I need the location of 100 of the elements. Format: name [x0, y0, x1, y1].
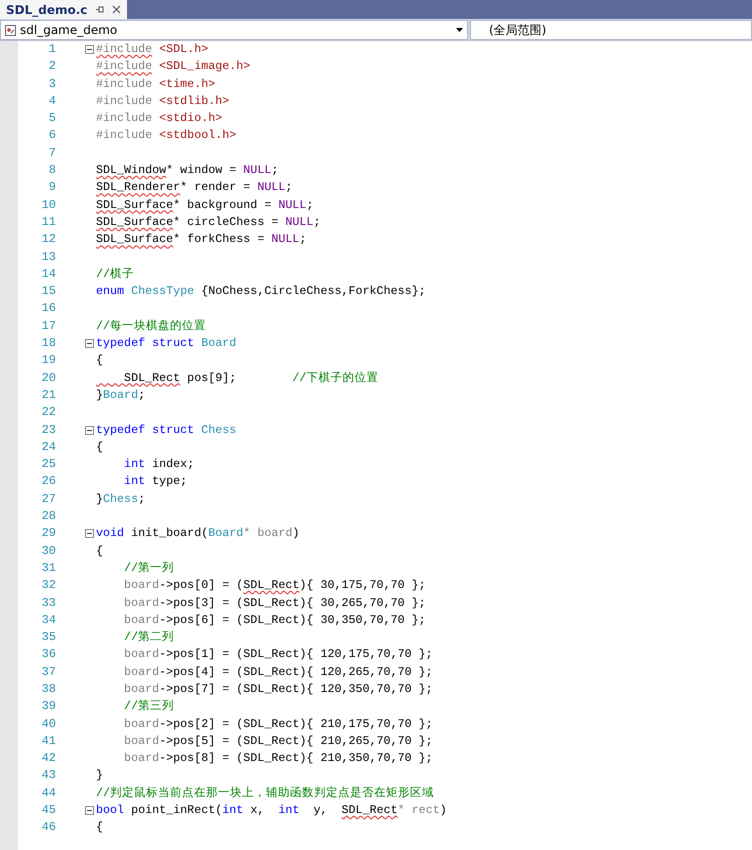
- close-icon[interactable]: [112, 5, 122, 14]
- collapse-icon[interactable]: [85, 426, 94, 435]
- code-line: enum ChessType {NoChess,CircleChess,ForkChess};: [96, 283, 426, 300]
- line-number: 42: [40, 750, 56, 768]
- pin-icon[interactable]: [95, 5, 104, 14]
- code-line: //判定鼠标当前点在那一块上，辅助函数判定点是否在矩形区域: [96, 784, 434, 802]
- code-line: typedef struct Chess: [96, 422, 236, 439]
- code-line: board->pos[4] = (SDL_Rect){ 120,265,70,70 };: [123, 664, 433, 681]
- line-number: 14: [40, 266, 56, 283]
- code-line: int index;: [123, 456, 194, 474]
- collapse-icon[interactable]: [85, 45, 94, 54]
- code-line: }Board;: [96, 386, 146, 404]
- code-line: #include <SDL.h>: [96, 41, 208, 58]
- code-line: }Chess;: [96, 490, 146, 508]
- line-number: 40: [40, 716, 56, 733]
- code-line: board->pos[0] = (SDL_Rect){ 30,175,70,70 };: [123, 577, 426, 594]
- line-number: 11: [40, 214, 56, 231]
- code-line: void init_board(Board* board): [96, 525, 300, 542]
- line-number: 21: [40, 386, 56, 404]
- line-number: 32: [40, 577, 56, 594]
- code-line: board->pos[5] = (SDL_Rect){ 210,265,70,70 };: [123, 732, 433, 750]
- line-number: 3: [48, 76, 56, 93]
- code-line: board->pos[2] = (SDL_Rect){ 210,175,70,70 };: [123, 716, 433, 733]
- line-number: 27: [40, 490, 56, 508]
- line-number: 9: [48, 179, 56, 196]
- line-number: 12: [40, 231, 56, 248]
- code-line: board->pos[7] = (SDL_Rect){ 120,350,70,70 };: [123, 680, 433, 698]
- line-number: 15: [40, 283, 56, 300]
- code-line: //第二列: [123, 629, 174, 646]
- code-line: //第三列: [123, 698, 174, 716]
- code-line: #include <time.h>: [96, 76, 216, 93]
- line-number: 46: [40, 819, 56, 836]
- code-line: int type;: [123, 473, 188, 490]
- line-number: 45: [40, 802, 56, 820]
- line-number: 13: [40, 248, 56, 266]
- code-line: {: [96, 542, 104, 560]
- line-number: 16: [40, 300, 56, 318]
- line-number: 28: [40, 508, 56, 526]
- code-line: SDL_Window* window = NULL;: [96, 162, 278, 180]
- line-number: 7: [48, 144, 56, 162]
- line-number: 2: [48, 58, 56, 76]
- line-number: 6: [48, 127, 56, 144]
- code-line: //棋子: [96, 266, 134, 283]
- line-number: 35: [40, 629, 56, 646]
- line-number: 39: [40, 698, 56, 716]
- code-line: board->pos[8] = (SDL_Rect){ 210,350,70,70 };: [123, 750, 433, 768]
- collapse-icon[interactable]: [85, 339, 94, 348]
- line-number: 1: [48, 41, 56, 58]
- line-number: 18: [40, 335, 56, 352]
- code-line: {: [96, 819, 104, 836]
- line-number: 4: [48, 92, 56, 110]
- code-line: board->pos[1] = (SDL_Rect){ 120,175,70,70 };: [123, 646, 433, 664]
- line-number: 43: [40, 767, 56, 784]
- line-number: 8: [48, 162, 56, 180]
- line-number: 38: [40, 680, 56, 698]
- code-line: SDL_Rect pos[9]; //下棋子的位置: [123, 370, 378, 387]
- line-number: 41: [40, 732, 56, 750]
- code-line: #include <stdio.h>: [96, 110, 222, 128]
- line-number: 5: [48, 110, 56, 128]
- code-line: {: [96, 438, 104, 456]
- scope-dropdown[interactable]: (全局范围): [470, 20, 752, 40]
- line-number: 20: [40, 370, 56, 387]
- line-number: 30: [40, 542, 56, 560]
- code-line: //每一块棋盘的位置: [96, 318, 206, 335]
- line-number: 17: [40, 318, 56, 335]
- code-line: bool point_inRect(int x, int y, SDL_Rect* rect): [96, 802, 447, 820]
- line-number: 29: [40, 525, 56, 542]
- collapse-icon[interactable]: [85, 529, 94, 538]
- code-line: #include <SDL_image.h>: [96, 58, 250, 76]
- project-name: sdl_game_demo: [20, 22, 118, 39]
- code-line: board->pos[6] = (SDL_Rect){ 30,350,70,70 };: [123, 612, 426, 629]
- project-dropdown[interactable]: sdl_game_demo: [0, 20, 468, 40]
- line-number: 24: [40, 438, 56, 456]
- code-line: }: [96, 767, 104, 784]
- code-line: SDL_Surface* circleChess = NULL;: [96, 214, 320, 231]
- code-line: //第一列: [123, 560, 174, 577]
- line-number: 44: [40, 784, 56, 802]
- code-line: #include <stdbool.h>: [96, 127, 236, 144]
- code-line: SDL_Renderer* render = NULL;: [96, 179, 292, 196]
- line-number: 34: [40, 612, 56, 629]
- line-number: 19: [40, 352, 56, 370]
- line-number: 31: [40, 560, 56, 577]
- line-number: 33: [40, 594, 56, 612]
- line-number: 26: [40, 473, 56, 490]
- line-number: 23: [40, 422, 56, 439]
- line-number: 36: [40, 646, 56, 664]
- code-line: SDL_Surface* forkChess = NULL;: [96, 231, 306, 248]
- code-line: board->pos[3] = (SDL_Rect){ 30,265,70,70 };: [123, 594, 426, 612]
- line-number: 22: [40, 404, 56, 422]
- line-number: 37: [40, 664, 56, 681]
- line-number: 10: [40, 196, 56, 214]
- file-tab[interactable]: SDL_demo.c: [0, 0, 128, 19]
- code-line: SDL_Surface* background = NULL;: [96, 196, 314, 214]
- project-icon: [5, 24, 16, 36]
- line-number: 25: [40, 456, 56, 474]
- code-line: {: [96, 352, 104, 370]
- code-line: typedef struct Board: [96, 335, 236, 352]
- caret-icon: [456, 28, 463, 32]
- code-line: #include <stdlib.h>: [96, 92, 230, 110]
- collapse-icon[interactable]: [85, 806, 94, 816]
